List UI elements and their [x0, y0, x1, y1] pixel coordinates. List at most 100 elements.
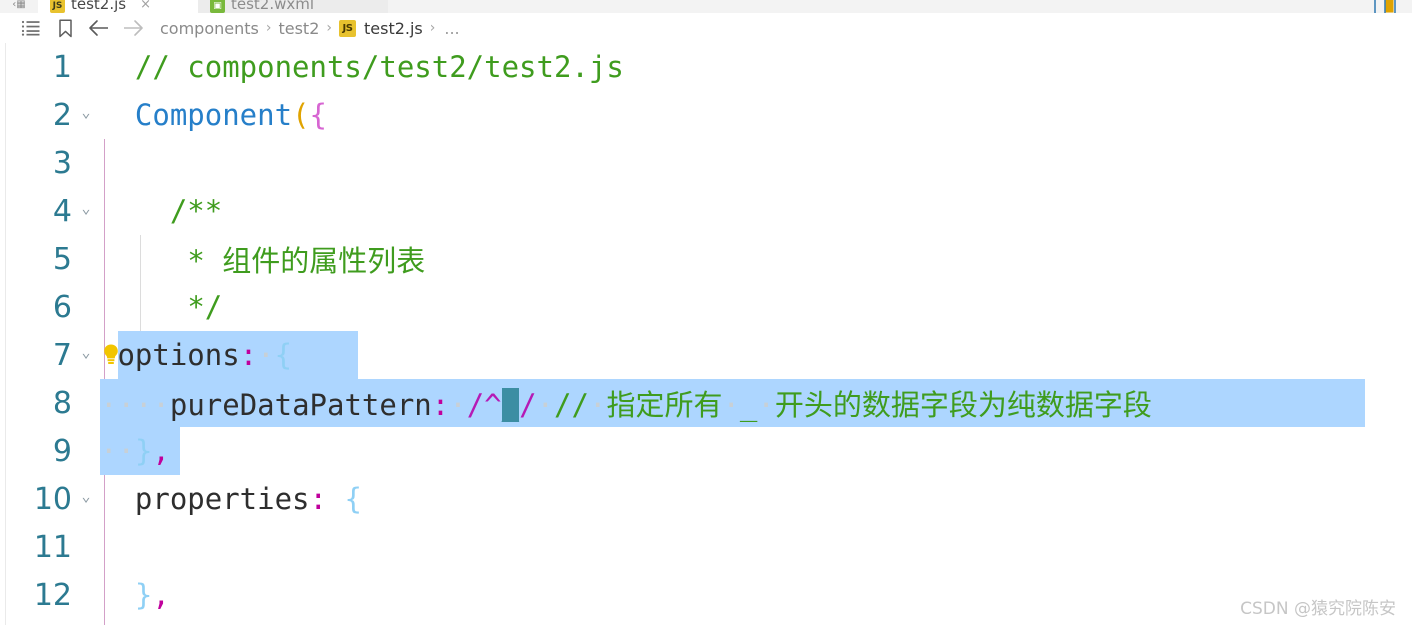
- list-icon[interactable]: [14, 15, 48, 41]
- code-token: pureDataPattern: [169, 388, 432, 422]
- code-line[interactable]: 4 ⌄ /**: [0, 187, 1412, 235]
- line-number: 11: [33, 529, 72, 565]
- code-line-text: * 组件的属性列表: [100, 235, 1412, 283]
- code-line[interactable]: 6 */: [0, 283, 1412, 331]
- active-indent-guide: [104, 619, 105, 625]
- code-token: ·: [757, 388, 775, 422]
- csdn-watermark: CSDN @猿究院陈安: [1240, 599, 1396, 619]
- code-line-text: // components/test2/test2.js: [100, 43, 1412, 91]
- fold-placeholder: [72, 304, 100, 310]
- code-line[interactable]: 10 ⌄ properties: {: [0, 475, 1412, 523]
- code-token: 指定所有: [606, 388, 723, 422]
- code-line-text: ··},: [100, 427, 1412, 475]
- line-number: 2: [52, 97, 72, 133]
- code-token: ,: [152, 434, 170, 468]
- code-tokens: */: [100, 290, 222, 324]
- occurrence-highlight: _: [501, 388, 520, 422]
- code-tokens: },: [100, 578, 170, 612]
- code-editor-surface[interactable]: 1 // components/test2/test2.js 2 ⌄ Compone…: [0, 43, 1412, 625]
- code-token: ·: [117, 434, 135, 468]
- code-token: ·: [588, 388, 607, 422]
- arrow-left-icon[interactable]: [82, 15, 116, 41]
- code-line[interactable]: 3: [0, 139, 1412, 187]
- code-editor-window: ‹▦ JS test2.js × ▣ test2.wxml components…: [0, 0, 1412, 625]
- code-token: }: [134, 578, 153, 612]
- code-line-text: ·options:·{: [100, 331, 1412, 379]
- code-token: */: [187, 290, 223, 324]
- code-line-text: [100, 523, 1412, 571]
- code-token: 开头的数据字段为纯数据字段: [774, 388, 1152, 422]
- line-number: 6: [52, 289, 72, 325]
- code-token: Component: [134, 98, 293, 132]
- fold-placeholder: [72, 256, 100, 262]
- code-line[interactable]: 1 // components/test2/test2.js: [0, 43, 1412, 91]
- code-tokens: properties: {: [100, 482, 362, 516]
- arrow-right-icon[interactable]: [116, 15, 150, 41]
- breadcrumb-item-test2[interactable]: test2: [278, 19, 319, 38]
- breadcrumb-item-components[interactable]: components: [160, 19, 259, 38]
- code-tokens: // components/test2/test2.js: [100, 50, 624, 84]
- code-token: /**: [169, 194, 223, 228]
- line-number: 5: [52, 241, 72, 277]
- breadcrumb-item-test2-js[interactable]: test2.js: [364, 19, 423, 38]
- breadcrumb-separator-icon: ›: [265, 20, 272, 36]
- code-token: {: [344, 482, 362, 516]
- code-line[interactable]: 9 ··},: [0, 427, 1412, 475]
- fold-placeholder: [72, 592, 100, 598]
- active-indent-guide: [104, 139, 105, 187]
- code-token: {: [274, 338, 293, 372]
- code-line-text: */: [100, 283, 1412, 331]
- line-number: 10: [33, 481, 72, 517]
- fold-chevron-icon[interactable]: ⌄: [72, 200, 100, 222]
- code-token: ·: [100, 434, 118, 468]
- fold-chevron-icon[interactable]: ⌄: [72, 104, 100, 126]
- editor-tab-label: test2.wxml: [231, 0, 315, 13]
- fold-placeholder: [72, 544, 100, 550]
- code-line-text: [100, 139, 1412, 187]
- line-number: 1: [52, 49, 72, 85]
- editor-tab-test2-wxml[interactable]: ▣ test2.wxml: [198, 0, 388, 13]
- tab-close-icon[interactable]: ×: [140, 0, 151, 12]
- line-number: 12: [33, 577, 72, 613]
- code-line[interactable]: 8 ····pureDataPattern:·/^_/·//·指定所有·_·开头的…: [0, 379, 1412, 427]
- code-line[interactable]: 2 ⌄ Component({: [0, 91, 1412, 139]
- code-line[interactable]: 12 },: [0, 571, 1412, 619]
- code-line-text: /**: [100, 187, 1412, 235]
- code-line-text: },: [100, 571, 1412, 619]
- code-line-text: properties: {: [100, 475, 1412, 523]
- code-line[interactable]: 7⌄·options:·{: [0, 331, 1412, 379]
- lightbulb-icon[interactable]: [100, 335, 122, 375]
- code-token: ·: [117, 388, 135, 422]
- code-line[interactable]: 5 * 组件的属性列表: [0, 235, 1412, 283]
- code-token: properties: [134, 482, 310, 516]
- fold-placeholder: [72, 448, 100, 454]
- code-tokens: ··},: [100, 434, 170, 468]
- editor-tab-test2-js[interactable]: JS test2.js ×: [38, 0, 198, 13]
- breadcrumb-overflow[interactable]: ...: [442, 19, 459, 38]
- code-token: /: [519, 388, 537, 422]
- tab-scroll-left-icon[interactable]: ‹▦: [0, 0, 38, 13]
- code-tokens: /**: [100, 194, 222, 228]
- bookmark-icon[interactable]: [48, 15, 82, 41]
- active-indent-guide: [104, 523, 105, 571]
- code-line[interactable]: 13: [0, 619, 1412, 625]
- code-tokens: ·options:·{: [100, 338, 292, 372]
- code-token: ·: [100, 388, 118, 422]
- code-tokens: * 组件的属性列表: [100, 238, 425, 280]
- js-file-icon: JS: [338, 19, 356, 37]
- fold-placeholder: [72, 160, 100, 166]
- fold-placeholder: [72, 400, 100, 406]
- fold-chevron-icon[interactable]: ⌄: [72, 344, 100, 366]
- fold-chevron-icon[interactable]: ⌄: [72, 488, 100, 510]
- code-token: // components/test2/test2.js: [134, 50, 624, 84]
- breadcrumb-separator-icon: ›: [429, 20, 436, 36]
- code-line[interactable]: 11: [0, 523, 1412, 571]
- code-token: (: [292, 98, 310, 132]
- line-number: 8: [52, 385, 72, 421]
- breadcrumb-bar: components › test2 › JS test2.js › ...: [0, 13, 1412, 43]
- split-editor-right-icon[interactable]: [1374, 0, 1396, 13]
